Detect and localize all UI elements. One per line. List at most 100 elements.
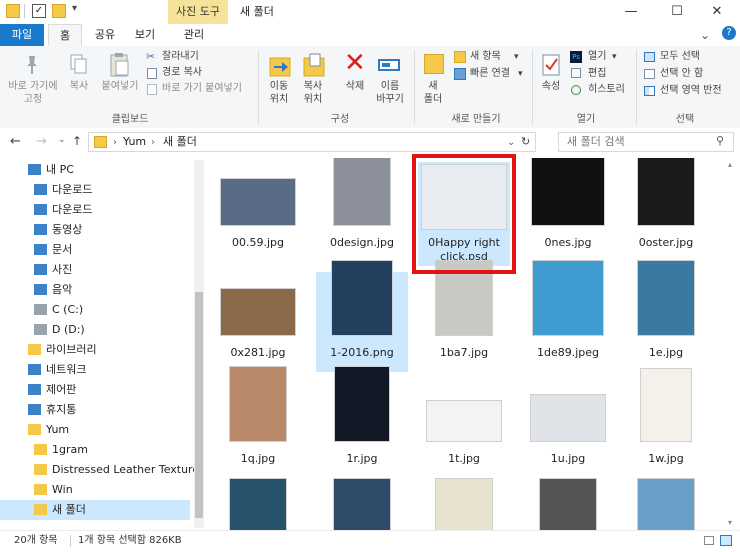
sidebar-item[interactable]: Win	[0, 480, 190, 500]
pin-to-quick-access-button[interactable]: 바로 가기에 고정	[2, 80, 64, 106]
scissors-icon: ✂	[146, 50, 156, 63]
file-item[interactable]: 1w.jpg	[620, 368, 712, 478]
sidebar-item[interactable]: Distressed Leather Textures	[0, 460, 204, 480]
breadcrumb-item-yum[interactable]: Yum	[123, 133, 146, 151]
sidebar-item-selected[interactable]: 새 폴더	[0, 500, 190, 520]
sidebar-item[interactable]: C (C:)	[0, 300, 190, 320]
music-icon	[34, 284, 47, 295]
close-button[interactable]: ✕	[694, 0, 740, 24]
tab-manage[interactable]: 관리	[174, 24, 214, 46]
file-thumbnail	[637, 478, 695, 530]
file-item[interactable]	[522, 474, 614, 530]
file-item[interactable]	[418, 474, 510, 530]
forward-arrow-icon[interactable]: →	[36, 134, 47, 149]
copy-to-icon	[302, 52, 326, 78]
easy-access-button[interactable]: 빠른 연결	[470, 66, 510, 82]
tab-file[interactable]: 파일	[0, 24, 44, 46]
expand-ribbon-icon[interactable]: ⌄	[700, 28, 710, 42]
file-thumbnail	[229, 478, 287, 530]
help-icon[interactable]: ?	[722, 26, 736, 40]
quick-access-dropdown-icon[interactable]: ▾	[72, 3, 77, 14]
file-item[interactable]	[316, 474, 408, 530]
sidebar-item[interactable]: 사진	[0, 260, 190, 280]
sidebar-item[interactable]: 1gram	[0, 440, 190, 460]
file-item-selected[interactable]: 1-2016.png	[316, 260, 408, 372]
properties-checkbox-icon[interactable]: ✓	[32, 4, 46, 18]
sidebar-item[interactable]: 다운로드	[0, 180, 190, 200]
copy-to-button[interactable]: 복사 위치	[296, 80, 330, 106]
invert-selection-button[interactable]: 선택 영역 반전	[660, 83, 722, 99]
cut-button[interactable]: 잘라내기	[162, 49, 199, 65]
file-thumbnail	[331, 260, 393, 336]
file-name: 0oster.jpg	[638, 236, 694, 249]
file-item[interactable]	[212, 474, 304, 530]
sidebar-item[interactable]: 라이브러리	[0, 340, 190, 360]
nav-scrollbar-thumb[interactable]	[195, 292, 203, 518]
tab-share[interactable]: 공유	[88, 24, 122, 46]
sidebar-item-label: Yum	[46, 423, 70, 436]
details-view-icon[interactable]	[704, 536, 714, 545]
sidebar-item[interactable]: 네트워크	[0, 360, 190, 380]
recent-locations-icon[interactable]: ⌄	[58, 135, 66, 145]
new-folder-button[interactable]: 새 폴더	[418, 80, 448, 106]
file-item[interactable]: 00.59.jpg	[212, 162, 304, 262]
new-item-icon	[454, 51, 466, 63]
sidebar-item[interactable]: 제어판	[0, 380, 190, 400]
file-item[interactable]	[620, 474, 712, 530]
file-item[interactable]: 1e.jpg	[620, 260, 712, 372]
paste-button[interactable]: 붙여넣기	[98, 80, 142, 93]
copy-path-button[interactable]: 경로 복사	[162, 65, 202, 81]
sidebar-item[interactable]: 다운로드	[0, 200, 190, 220]
sidebar-item[interactable]: D (D:)	[0, 320, 190, 340]
delete-button[interactable]: 삭제	[338, 80, 372, 93]
file-item[interactable]: 1q.jpg	[212, 366, 304, 478]
up-arrow-icon[interactable]: ↑	[72, 134, 82, 148]
file-item[interactable]: 1r.jpg	[316, 366, 408, 478]
file-item[interactable]: 1de89.jpeg	[522, 260, 614, 372]
tab-view[interactable]: 보기	[128, 24, 162, 46]
file-item[interactable]: 1t.jpg	[418, 378, 510, 478]
tab-home[interactable]: 홈	[48, 24, 82, 46]
file-item[interactable]: 0nes.jpg	[522, 158, 614, 262]
sidebar-item[interactable]: 동영상	[0, 220, 190, 240]
select-none-button[interactable]: 선택 안 함	[660, 66, 703, 82]
history-button[interactable]: 히스토리	[588, 82, 625, 98]
address-bar[interactable]: › Yum › 새 폴더 ⌄ ↻	[88, 132, 536, 152]
search-input[interactable]: 새 폴더 검색	[558, 132, 734, 152]
sidebar-item-label: 음악	[52, 283, 73, 296]
file-thumbnail	[435, 478, 493, 530]
sidebar-item-label: 내 PC	[46, 163, 74, 176]
file-item[interactable]: 1ba7.jpg	[418, 260, 510, 372]
content-scrollbar[interactable]: ▴ ▾	[728, 160, 738, 528]
address-dropdown-icon[interactable]: ⌄	[507, 134, 515, 151]
edit-button[interactable]: 편집	[588, 66, 606, 82]
refresh-icon[interactable]: ↻	[521, 133, 530, 151]
open-button[interactable]: 열기	[588, 49, 606, 65]
minimize-button[interactable]: —	[608, 0, 654, 24]
new-folder-quick-icon[interactable]	[52, 4, 66, 18]
file-item[interactable]: 1u.jpg	[522, 378, 614, 478]
move-to-button[interactable]: 이동 위치	[262, 80, 296, 106]
file-item[interactable]: 0oster.jpg	[620, 158, 712, 262]
back-arrow-icon[interactable]: ←	[10, 134, 21, 149]
sidebar-item[interactable]: 내 PC	[0, 160, 190, 180]
copy-button[interactable]: 복사	[64, 80, 94, 93]
paste-shortcut-button[interactable]: 바로 가기 붙여넣기	[162, 81, 242, 97]
scroll-down-icon[interactable]: ▾	[728, 518, 732, 527]
new-item-button[interactable]: 새 항목	[470, 49, 501, 65]
edit-icon	[571, 68, 581, 78]
file-thumbnail	[531, 158, 605, 226]
breadcrumb-item-current[interactable]: 새 폴더	[163, 133, 197, 151]
sidebar-item[interactable]: 휴지통	[0, 400, 190, 420]
sidebar-item[interactable]: Yum	[0, 420, 190, 440]
scroll-up-icon[interactable]: ▴	[728, 160, 732, 169]
file-name: 0design.jpg	[329, 236, 394, 249]
large-icons-view-icon[interactable]	[720, 535, 732, 546]
file-item[interactable]: 0x281.jpg	[212, 272, 304, 372]
select-all-button[interactable]: 모두 선택	[660, 49, 700, 65]
rename-button[interactable]: 이름 바꾸기	[372, 80, 408, 106]
sidebar-item[interactable]: 음악	[0, 280, 190, 300]
properties-button[interactable]: 속성	[536, 80, 566, 93]
file-item[interactable]: 0design.jpg	[316, 158, 408, 262]
sidebar-item[interactable]: 문서	[0, 240, 190, 260]
